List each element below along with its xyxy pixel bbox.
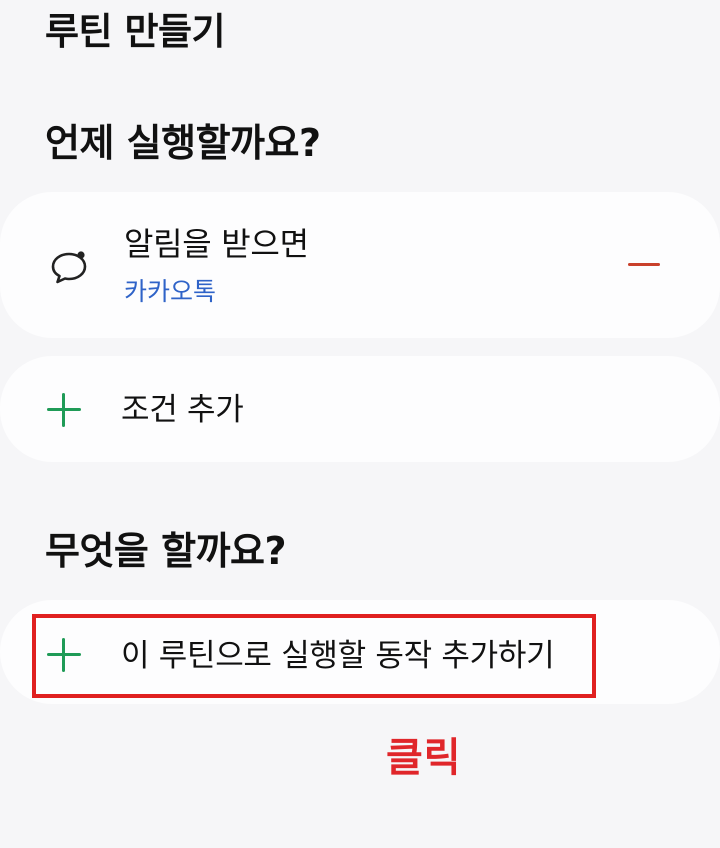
add-condition-button[interactable] xyxy=(0,356,720,462)
trigger-app-name: 카카오톡 xyxy=(124,277,217,306)
add-action-label: 이 루틴으로 실행할 동작 추가하기 xyxy=(121,638,555,674)
remove-trigger-button[interactable] xyxy=(618,244,670,284)
what-section-heading: 무엇을 할까요? xyxy=(45,529,287,573)
chat-bubble-icon xyxy=(51,251,87,284)
page-title: 루틴 만들기 xyxy=(45,10,226,53)
trigger-card[interactable] xyxy=(0,192,720,338)
trigger-title: 알림을 받으면 xyxy=(124,225,309,263)
click-annotation: 클릭 xyxy=(386,735,462,781)
plus-icon xyxy=(46,637,82,673)
plus-icon xyxy=(46,392,82,428)
when-section-heading: 언제 실행할까요? xyxy=(45,121,321,165)
add-condition-label: 조건 추가 xyxy=(121,392,244,428)
